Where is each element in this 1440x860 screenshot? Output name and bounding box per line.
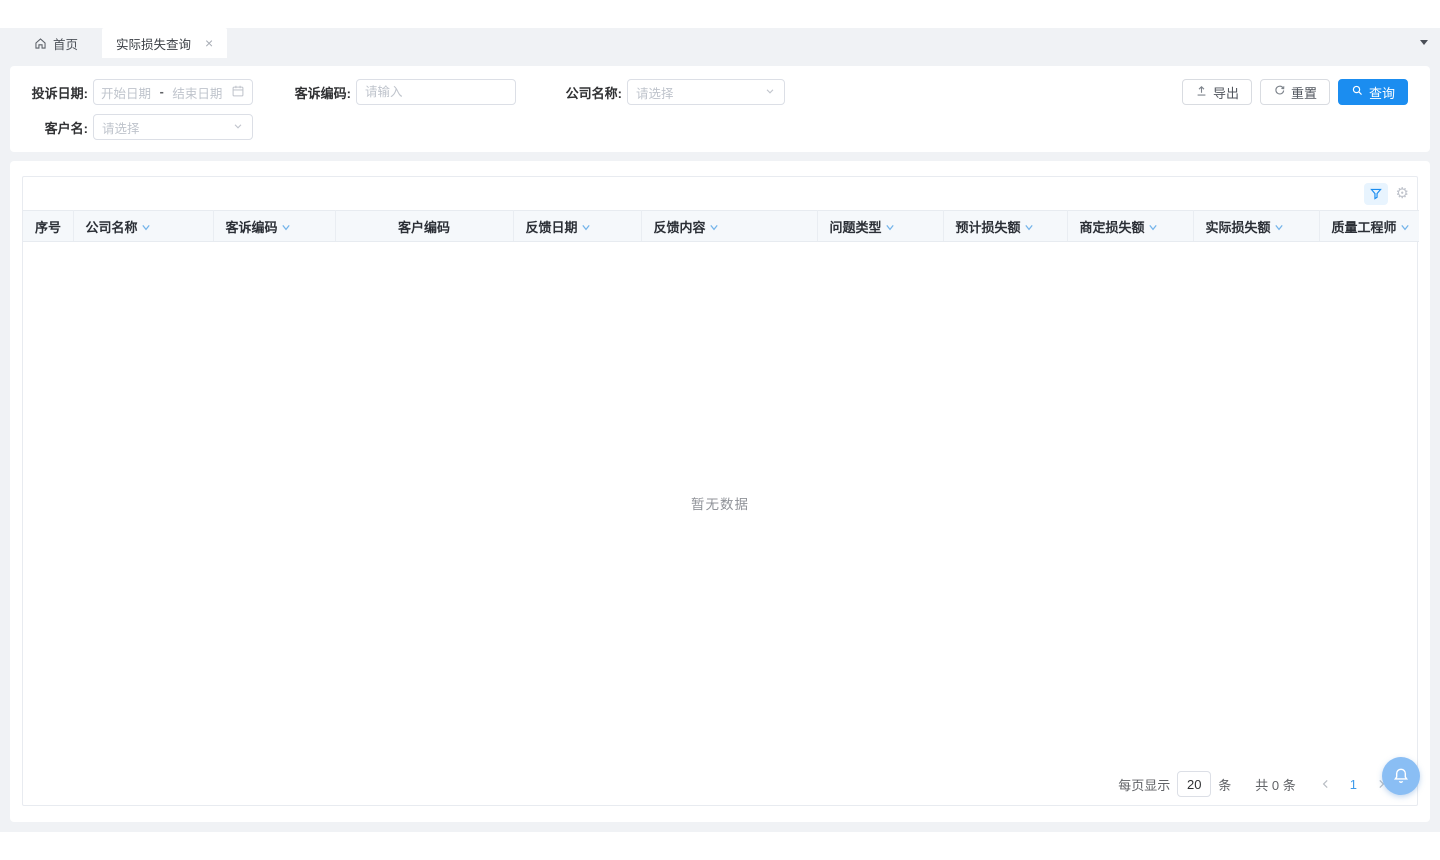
empty-state-text: 暂无数据 (691, 493, 749, 513)
filter-complaint-code: 客诉编码: (293, 79, 516, 105)
complaint-code-label: 客诉编码: (293, 83, 351, 102)
export-button-label: 导出 (1213, 83, 1239, 102)
current-page-number[interactable]: 1 (1350, 777, 1357, 792)
refresh-icon (1273, 84, 1286, 100)
tab-options-caret-icon[interactable] (1420, 40, 1428, 45)
date-start-placeholder: 开始日期 (101, 83, 151, 102)
col-header-company-name[interactable]: 公司名称 (73, 211, 213, 242)
per-page-prefix-label: 每页显示 (1118, 775, 1170, 794)
date-end-placeholder: 结束日期 (172, 83, 222, 102)
table-panel: ⚙ 序号 公司名称 客诉编码 客户编码 反馈日期 (10, 161, 1430, 822)
chevron-down-icon (232, 120, 244, 135)
table-toolbar: ⚙ (23, 177, 1417, 210)
col-header-quality-engineer[interactable]: 质量工程师 (1319, 211, 1419, 242)
table-container: ⚙ 序号 公司名称 客诉编码 客户编码 反馈日期 (22, 176, 1418, 806)
tab-active-label: 实际损失查询 (116, 34, 191, 53)
sort-caret-icon (1024, 219, 1034, 234)
search-icon (1351, 84, 1364, 100)
filter-customer-name: 客户名: 请选择 (30, 114, 253, 140)
filter-row-1: 投诉日期: 开始日期 - 结束日期 (30, 79, 1408, 105)
sort-caret-icon (141, 219, 151, 234)
company-name-placeholder: 请选择 (636, 83, 674, 102)
sort-caret-icon (1148, 219, 1158, 234)
col-header-estimated-loss[interactable]: 预计损失额 (943, 211, 1067, 242)
complaint-date-label: 投诉日期: (30, 83, 88, 102)
filter-row-2: 客户名: 请选择 (30, 114, 1408, 140)
date-range-separator: - (160, 85, 164, 99)
bell-icon (1391, 766, 1411, 786)
col-header-feedback-content[interactable]: 反馈内容 (641, 211, 817, 242)
filter-company-name: 公司名称: 请选择 (556, 79, 785, 105)
prev-page-icon[interactable] (1320, 778, 1332, 790)
col-header-complaint-code[interactable]: 客诉编码 (213, 211, 335, 242)
search-button-label: 查询 (1369, 83, 1395, 102)
tab-home[interactable]: 首页 (20, 28, 92, 58)
sort-caret-icon (1400, 219, 1410, 234)
settings-gear-icon[interactable]: ⚙ (1396, 186, 1409, 201)
filter-icon[interactable] (1364, 183, 1388, 205)
filter-buttons: 导出 重置 (1182, 79, 1408, 105)
complaint-code-input[interactable] (365, 85, 507, 99)
top-strip (0, 0, 1440, 28)
col-header-customer-code: 客户编码 (335, 211, 513, 242)
data-table: 序号 公司名称 客诉编码 客户编码 反馈日期 反馈内容 问题类型 预计损失额 商… (23, 210, 1419, 242)
content-area: 投诉日期: 开始日期 - 结束日期 (0, 58, 1440, 832)
col-header-problem-type[interactable]: 问题类型 (817, 211, 943, 242)
table-empty-body: 暂无数据 (23, 242, 1417, 763)
company-name-label: 公司名称: (556, 83, 622, 102)
chevron-down-icon (764, 85, 776, 100)
reset-button[interactable]: 重置 (1260, 79, 1330, 105)
tab-actual-loss-query[interactable]: 实际损失查询 × (102, 28, 227, 58)
search-button[interactable]: 查询 (1338, 79, 1408, 105)
per-page-suffix-label: 条 (1218, 775, 1231, 794)
customer-name-placeholder: 请选择 (102, 118, 140, 137)
export-button[interactable]: 导出 (1182, 79, 1252, 105)
col-header-feedback-date[interactable]: 反馈日期 (513, 211, 641, 242)
tab-home-label: 首页 (53, 34, 78, 53)
complaint-code-input-wrap (356, 79, 516, 105)
pagination: 每页显示 条 共 0 条 1 (23, 763, 1417, 805)
app-window: 首页 实际损失查询 × 投诉日期: 开始日期 - 结束日期 (0, 0, 1440, 860)
company-name-select[interactable]: 请选择 (627, 79, 785, 105)
home-icon (34, 37, 47, 50)
filter-complaint-date: 投诉日期: 开始日期 - 结束日期 (30, 79, 253, 105)
col-header-actual-loss[interactable]: 实际损失额 (1193, 211, 1319, 242)
total-count-label: 共 0 条 (1255, 775, 1295, 794)
sort-caret-icon (581, 219, 591, 234)
notification-bell-button[interactable] (1382, 757, 1420, 795)
customer-name-label: 客户名: (30, 118, 88, 137)
tab-close-icon[interactable]: × (205, 36, 213, 50)
calendar-icon (231, 84, 245, 101)
filter-panel: 投诉日期: 开始日期 - 结束日期 (10, 66, 1430, 152)
export-icon (1195, 84, 1208, 100)
sort-caret-icon (709, 219, 719, 234)
page-size-input[interactable] (1177, 771, 1211, 797)
sort-caret-icon (281, 219, 291, 234)
tab-bar: 首页 实际损失查询 × (0, 28, 1440, 58)
reset-button-label: 重置 (1291, 83, 1317, 102)
complaint-date-range-input[interactable]: 开始日期 - 结束日期 (93, 79, 253, 105)
sort-caret-icon (885, 219, 895, 234)
page-nav: 1 (1320, 777, 1387, 792)
col-header-index: 序号 (23, 211, 73, 242)
sort-caret-icon (1274, 219, 1284, 234)
table-header-row: 序号 公司名称 客诉编码 客户编码 反馈日期 反馈内容 问题类型 预计损失额 商… (23, 211, 1419, 242)
col-header-agreed-loss[interactable]: 商定损失额 (1067, 211, 1193, 242)
customer-name-select[interactable]: 请选择 (93, 114, 253, 140)
